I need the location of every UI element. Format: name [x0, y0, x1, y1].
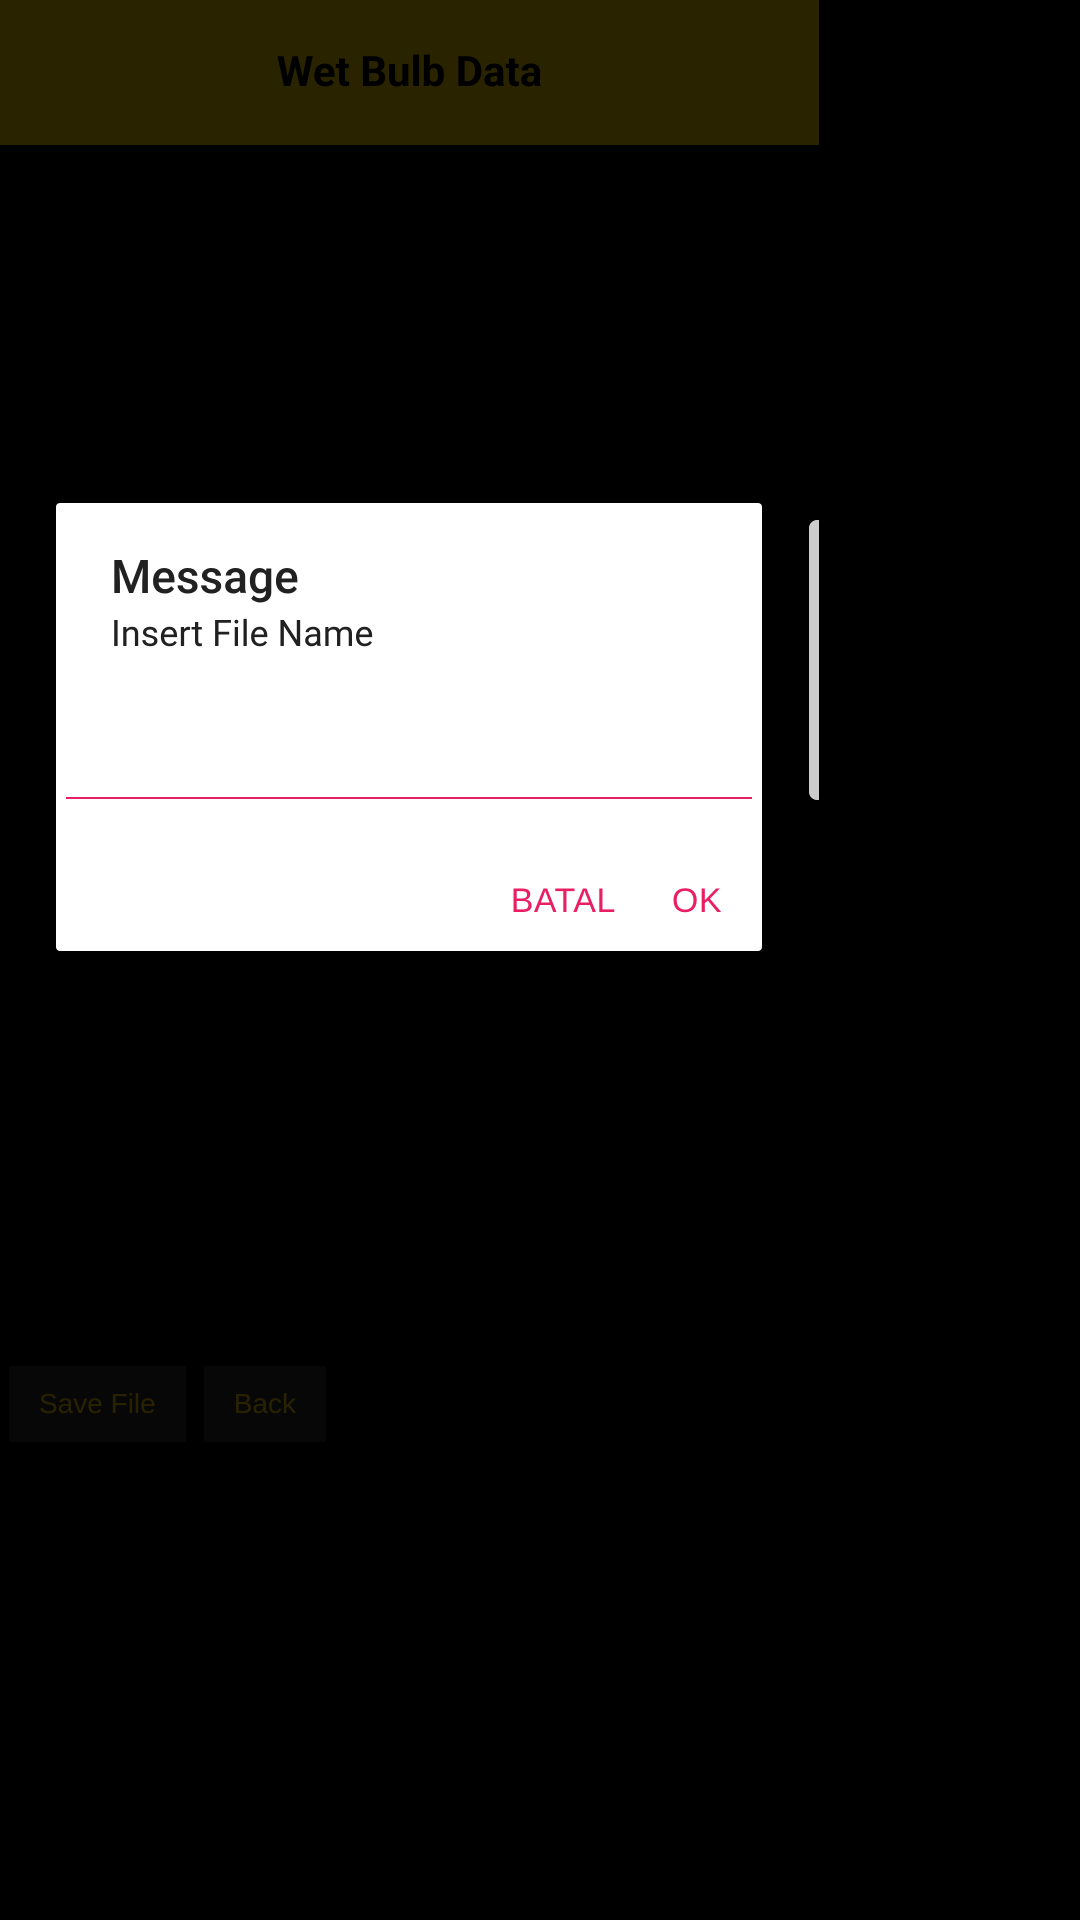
- dialog-actions: BATAL OK: [511, 882, 722, 921]
- dialog-subtitle: Insert File Name: [111, 613, 762, 655]
- message-dialog: Message Insert File Name BATAL OK: [56, 503, 762, 951]
- scrollbar[interactable]: [809, 520, 819, 800]
- ok-button[interactable]: OK: [672, 882, 722, 921]
- filename-input[interactable]: [66, 683, 752, 799]
- cancel-button[interactable]: BATAL: [511, 882, 616, 921]
- dialog-title: Message: [111, 551, 762, 605]
- dialog-input-container: [66, 683, 752, 799]
